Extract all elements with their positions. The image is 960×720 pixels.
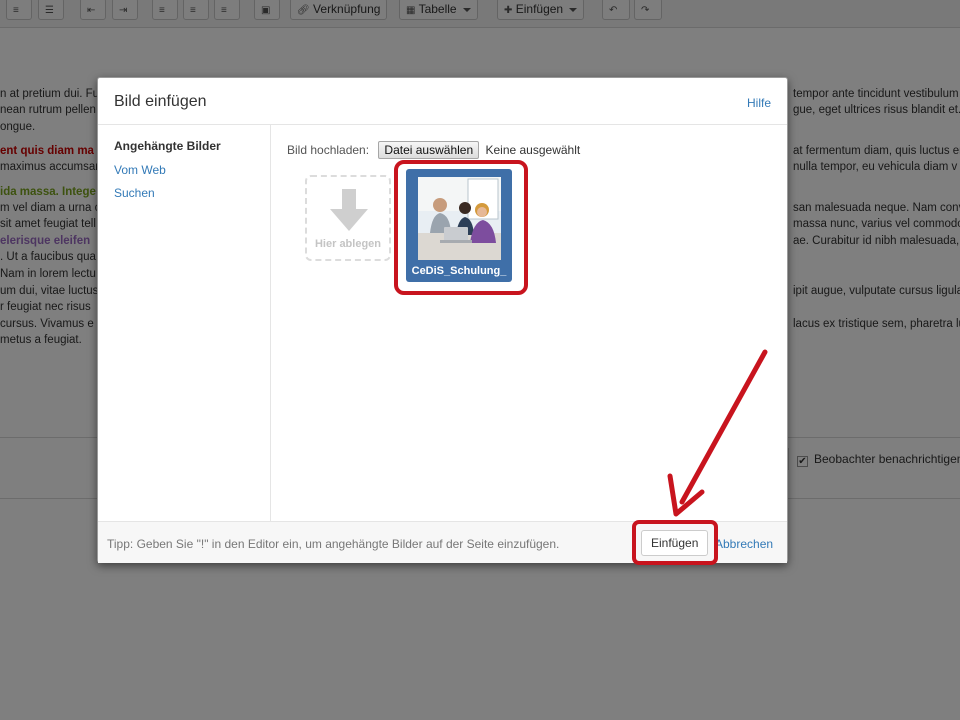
annotation-arrow-icon: [667, 349, 768, 517]
